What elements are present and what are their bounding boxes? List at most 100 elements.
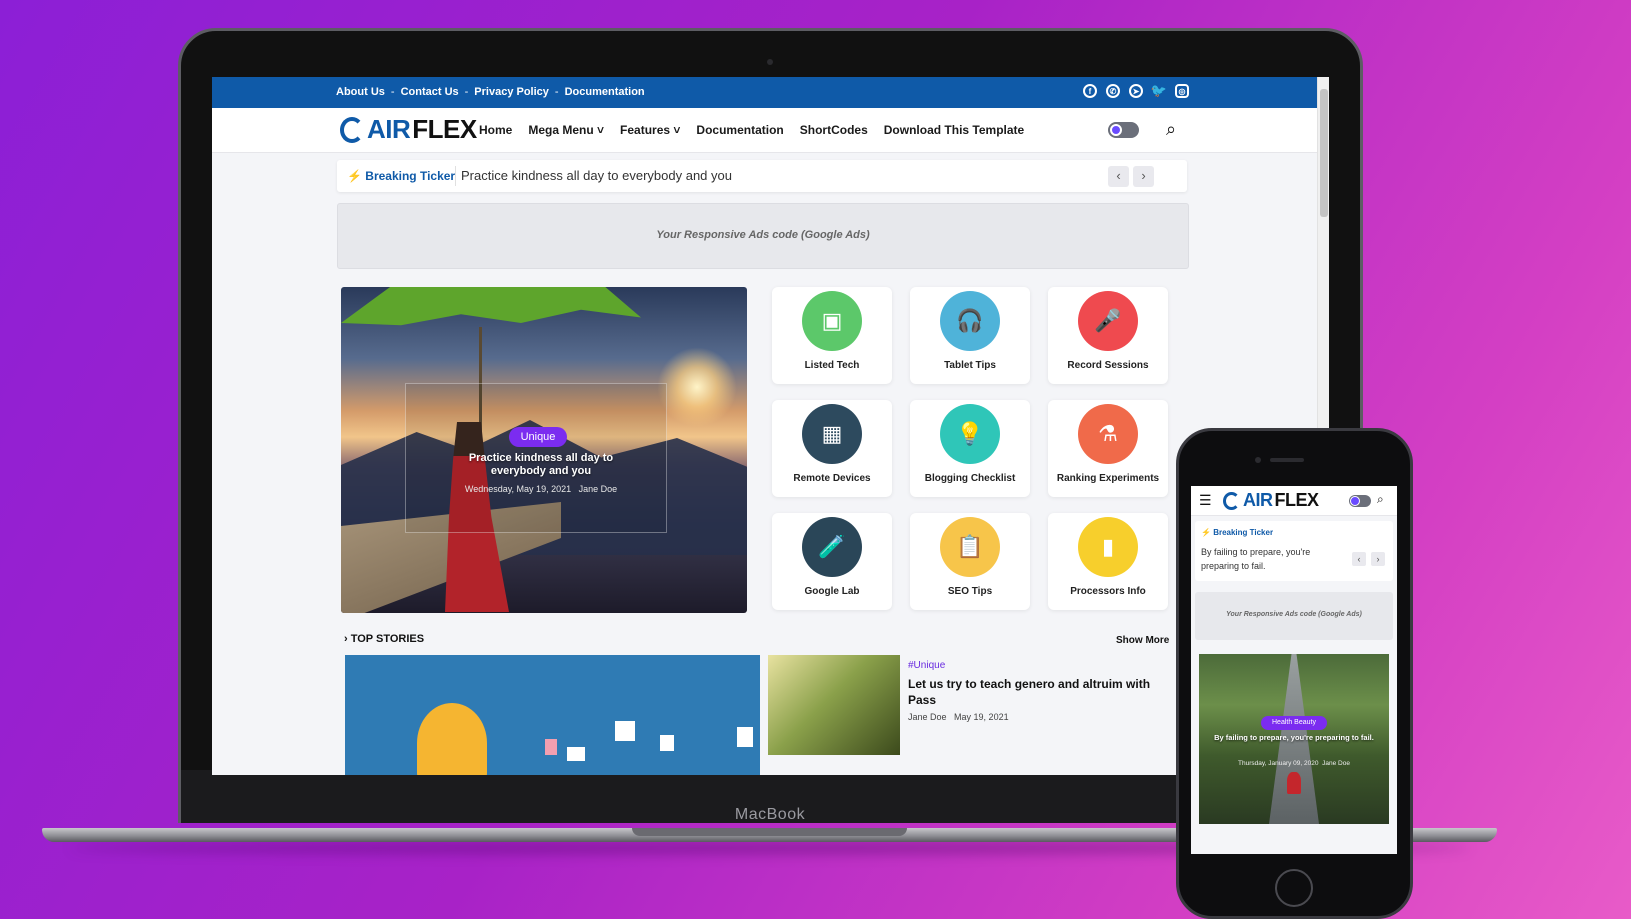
category-card-tablet-tips[interactable]: 🎧 Tablet Tips xyxy=(910,287,1030,384)
hero-date: Wednesday, May 19, 2021 xyxy=(464,484,572,494)
laptop-camera xyxy=(767,59,773,65)
hero-meta: Wednesday, May 19, 2021 Jane Doe xyxy=(431,484,651,494)
mobile-ad-banner: Your Responsive Ads code (Google Ads) xyxy=(1195,592,1393,640)
mobile-hero-figure xyxy=(1287,772,1301,794)
logo-swirl-icon xyxy=(1223,491,1240,510)
top-links: About Us - Contact Us - Privacy Policy -… xyxy=(336,86,645,98)
flask-icon: ⚗ xyxy=(1078,404,1138,464)
category-card-processors-info[interactable]: ▮ Processors Info xyxy=(1048,513,1168,610)
top-stories-heading: › TOP STORIES xyxy=(344,633,425,645)
dark-mode-toggle[interactable] xyxy=(1108,122,1139,138)
mobile-dark-mode-toggle[interactable] xyxy=(1349,495,1371,507)
mobile-search-icon[interactable]: ⌕ xyxy=(1377,492,1384,507)
category-label: Processors Info xyxy=(1070,586,1146,597)
mobile-hero-meta: Thursday, January 09, 2020 Jane Doe xyxy=(1213,760,1375,767)
ticker-prev-button[interactable]: ‹ xyxy=(1108,166,1129,187)
category-label: SEO Tips xyxy=(947,586,993,597)
phone-screen: ☰ AIR FLEX ⌕ ⚡ Breaking Ticker By failin… xyxy=(1191,486,1397,854)
phone-speaker xyxy=(1270,458,1304,462)
nav-item-download[interactable]: Download This Template xyxy=(884,123,1024,137)
main-nav: AIR FLEX Home Mega Menu ˅ Features ˅ Doc… xyxy=(212,108,1317,153)
ticker-headline[interactable]: Practice kindness all day to everybody a… xyxy=(461,168,732,183)
telegram-icon[interactable]: ➤ xyxy=(1129,84,1143,98)
top-link-privacy[interactable]: Privacy Policy xyxy=(474,86,549,98)
laptop-screen: About Us - Contact Us - Privacy Policy -… xyxy=(212,77,1329,775)
mobile-hero-title[interactable]: By failing to prepare, you're preparing … xyxy=(1213,733,1375,743)
logo-text-air: AIR xyxy=(367,114,411,144)
hamburger-menu-icon[interactable]: ☰ xyxy=(1199,492,1212,509)
mobile-site-logo[interactable]: AIR FLEX xyxy=(1223,490,1319,511)
category-card-ranking-experiments[interactable]: ⚗ Ranking Experiments xyxy=(1048,400,1168,497)
top-link-contact[interactable]: Contact Us xyxy=(401,86,459,98)
nav-item-documentation[interactable]: Documentation xyxy=(696,123,783,137)
remote-icon: ▮ xyxy=(1078,517,1138,577)
story-author: Jane Doe xyxy=(908,712,947,722)
story-decor xyxy=(545,739,557,755)
ticker-label-text: Breaking Ticker xyxy=(365,169,456,183)
story-thumbnail[interactable] xyxy=(768,655,900,755)
nav-item-shortcodes[interactable]: ShortCodes xyxy=(800,123,868,137)
top-link-separator: - xyxy=(554,86,559,98)
category-label: Google Lab xyxy=(804,586,860,597)
category-card-blogging-checklist[interactable]: 💡 Blogging Checklist xyxy=(910,400,1030,497)
category-card-remote-devices[interactable]: ▦ Remote Devices xyxy=(772,400,892,497)
story-decor xyxy=(660,735,674,751)
hero-title[interactable]: Practice kindness all day to everybody a… xyxy=(451,452,631,478)
category-card-listed-tech[interactable]: ▣ Listed Tech xyxy=(772,287,892,384)
twitter-icon[interactable]: 🐦 xyxy=(1151,83,1167,98)
featured-post[interactable]: Unique Practice kindness all day to ever… xyxy=(341,287,747,613)
top-bar: About Us - Contact Us - Privacy Policy -… xyxy=(212,77,1317,108)
story-title[interactable]: Let us try to teach genero and altruim w… xyxy=(908,676,1178,708)
mobile-ticker-prev-button[interactable]: ‹ xyxy=(1352,552,1366,566)
show-more-link[interactable]: Show More xyxy=(1116,635,1169,646)
category-card-record-sessions[interactable]: 🎤 Record Sessions xyxy=(1048,287,1168,384)
mobile-hero-category-badge[interactable]: Health Beauty xyxy=(1261,716,1327,730)
top-link-separator: - xyxy=(390,86,395,98)
category-label: Listed Tech xyxy=(804,360,860,371)
hero-category-badge[interactable]: Unique xyxy=(509,427,567,447)
story-decor xyxy=(615,721,635,741)
microphone-icon: 🎤 xyxy=(1078,291,1138,351)
category-card-google-lab[interactable]: 🧪 Google Lab xyxy=(772,513,892,610)
mobile-hero-author: Jane Doe xyxy=(1322,760,1350,767)
nav-item-mega-menu[interactable]: Mega Menu ˅ xyxy=(528,123,604,137)
phone-camera xyxy=(1255,457,1261,463)
mobile-ticker-headline[interactable]: By failing to prepare, you're preparing … xyxy=(1201,545,1341,573)
lab-icon: 🧪 xyxy=(802,517,862,577)
phone-home-button xyxy=(1275,869,1313,907)
instagram-icon[interactable]: ◎ xyxy=(1175,84,1189,98)
whatsapp-icon[interactable]: ✆ xyxy=(1106,84,1120,98)
top-link-documentation[interactable]: Documentation xyxy=(565,86,645,98)
laptop-base-notch xyxy=(632,828,907,836)
top-link-about[interactable]: About Us xyxy=(336,86,385,98)
story-date: May 19, 2021 xyxy=(954,712,1009,722)
logo-swirl-icon xyxy=(340,116,364,143)
clipboard-icon: 📋 xyxy=(940,517,1000,577)
story-tag[interactable]: #Unique xyxy=(908,660,945,671)
search-icon[interactable]: ⌕ xyxy=(1166,119,1186,139)
category-card-seo-tips[interactable]: 📋 SEO Tips xyxy=(910,513,1030,610)
hero-author: Jane Doe xyxy=(578,484,618,494)
ticker-next-button[interactable]: › xyxy=(1133,166,1154,187)
social-links: f ✆ ➤ 🐦 ◎ xyxy=(1083,83,1189,98)
story-hat-image xyxy=(417,703,487,775)
story-decor xyxy=(567,747,585,761)
scroll-thumb[interactable] xyxy=(1320,89,1328,217)
mobile-featured-post[interactable]: Health Beauty By failing to prepare, you… xyxy=(1199,654,1389,824)
category-label: Tablet Tips xyxy=(944,360,996,371)
mobile-ticker-next-button[interactable]: › xyxy=(1371,552,1385,566)
breaking-ticker: ⚡ Breaking Ticker Practice kindness all … xyxy=(337,160,1187,192)
nav-menu: Home Mega Menu ˅ Features ˅ Documentatio… xyxy=(479,123,1024,137)
facebook-icon[interactable]: f xyxy=(1083,84,1097,98)
story-meta: Jane Doe May 19, 2021 xyxy=(908,712,1009,722)
story-image-large[interactable] xyxy=(345,655,760,775)
story-decor xyxy=(737,727,753,747)
nav-item-home[interactable]: Home xyxy=(479,123,512,137)
category-label: Remote Devices xyxy=(793,473,871,484)
ticker-label: ⚡ Breaking Ticker xyxy=(347,169,456,183)
hero-sun xyxy=(657,347,737,427)
nav-item-features[interactable]: Features ˅ xyxy=(620,123,680,137)
mobile-ticker-label-text: Breaking Ticker xyxy=(1213,528,1274,537)
mobile-ad-placeholder-text: Your Responsive Ads code (Google Ads) xyxy=(1226,611,1362,618)
site-logo[interactable]: AIR FLEX xyxy=(340,114,477,145)
